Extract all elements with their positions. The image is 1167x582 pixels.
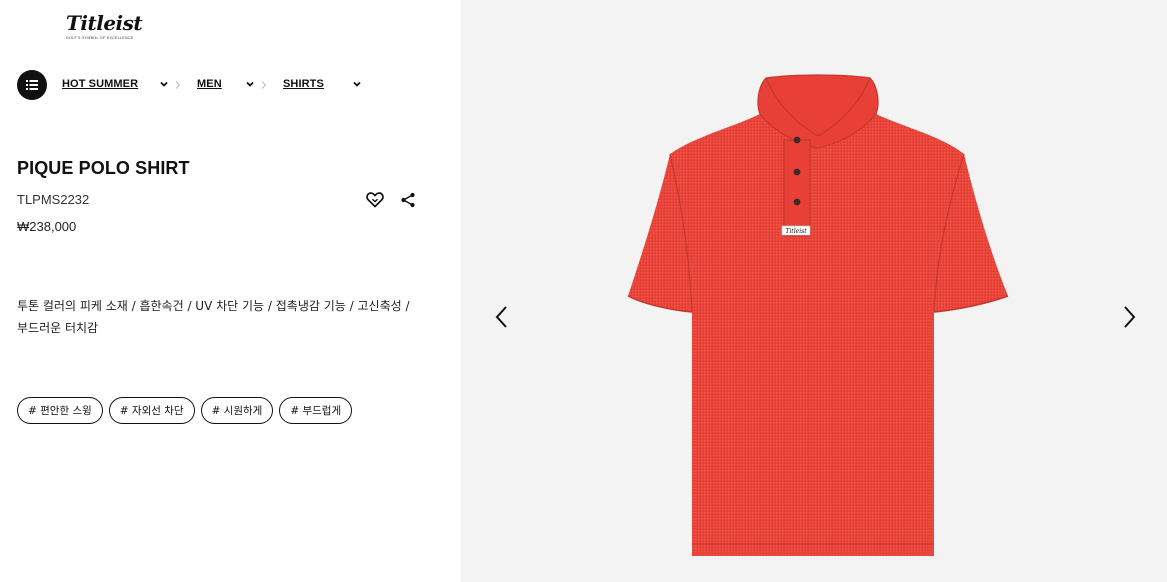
shirt-label-text: Titleist bbox=[785, 228, 807, 235]
chevron-down-icon[interactable] bbox=[245, 79, 255, 89]
product-code: TLPMS2232 bbox=[17, 192, 90, 207]
chevron-down-icon[interactable] bbox=[159, 79, 169, 89]
hashtag-comfortable-swing[interactable]: # 편안한 스윙 bbox=[17, 397, 103, 424]
category-menu-button[interactable] bbox=[17, 70, 47, 100]
breadcrumb-shirts[interactable]: SHIRTS bbox=[283, 78, 324, 92]
hashtag-cool[interactable]: # 시원하게 bbox=[200, 397, 274, 424]
titleist-logo[interactable]: Titleist GOLF'S SYMBOL OF EXCELLENCE bbox=[66, 12, 152, 42]
chevron-left-icon[interactable] bbox=[492, 304, 512, 330]
list-menu-icon bbox=[26, 80, 38, 90]
product-info-panel: Titleist GOLF'S SYMBOL OF EXCELLENCE HOT… bbox=[0, 0, 461, 582]
chevron-down-icon[interactable] bbox=[352, 79, 362, 89]
product-description: 투톤 컬러의 피케 소재 / 흡한속건 / UV 차단 기능 / 접촉냉감 기능… bbox=[17, 299, 410, 335]
share-icon[interactable] bbox=[400, 192, 416, 208]
product-title: PIQUE POLO SHIRT bbox=[17, 158, 190, 178]
heart-icon[interactable] bbox=[366, 192, 384, 208]
product-image-polo-shirt: Titleist bbox=[627, 74, 1009, 556]
product-price: ₩238,000 bbox=[17, 219, 77, 234]
logo-tagline: GOLF'S SYMBOL OF EXCELLENCE bbox=[66, 36, 134, 40]
hashtag-list: # 편안한 스윙 # 자외선 차단 # 시원하게 # 부드럽게 bbox=[17, 397, 353, 424]
chevron-right-icon[interactable] bbox=[1119, 304, 1139, 330]
hashtag-uv-protection[interactable]: # 자외선 차단 bbox=[108, 397, 195, 424]
chevron-right-separator-icon bbox=[175, 81, 181, 89]
hashtag-soft[interactable]: # 부드럽게 bbox=[279, 397, 353, 424]
chevron-right-separator-icon bbox=[261, 81, 267, 89]
breadcrumb-men[interactable]: MEN bbox=[197, 78, 222, 92]
logo-wordmark: Titleist bbox=[66, 11, 143, 35]
breadcrumb-hot-summer[interactable]: HOT SUMMER bbox=[62, 78, 138, 92]
